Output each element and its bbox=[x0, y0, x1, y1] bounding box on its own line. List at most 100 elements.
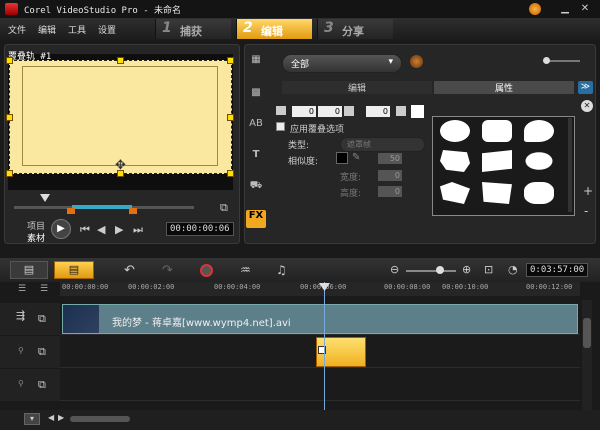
track-manager-icon[interactable]: ☰ bbox=[18, 284, 26, 294]
video-thumbnail bbox=[63, 305, 99, 333]
vertical-scroll-thumb[interactable] bbox=[583, 318, 591, 348]
slider-knob[interactable] bbox=[543, 57, 550, 64]
project-duration: 0:03:57:00 bbox=[526, 263, 589, 277]
gallery-scrollbar[interactable] bbox=[568, 118, 572, 212]
trim-start-handle[interactable] bbox=[67, 208, 75, 214]
resize-handle[interactable] bbox=[6, 114, 13, 121]
mask-film[interactable] bbox=[482, 150, 512, 172]
overlay-inner-frame bbox=[22, 66, 218, 166]
preview-clip-name: 覆叠轨 #1 bbox=[8, 52, 52, 62]
overlay-track-header bbox=[0, 336, 60, 368]
thumb-size-slider[interactable] bbox=[545, 60, 580, 62]
mask-rounded-rect[interactable] bbox=[482, 120, 512, 142]
record-icon[interactable] bbox=[200, 264, 213, 277]
resize-handle[interactable] bbox=[6, 57, 13, 64]
remove-icon[interactable]: - bbox=[584, 204, 588, 218]
auto-music-icon[interactable]: ♫ bbox=[276, 263, 287, 277]
mask-oval[interactable] bbox=[440, 120, 470, 142]
border-color-swatch[interactable] bbox=[411, 105, 424, 118]
zoom-in-icon[interactable]: ⊕ bbox=[462, 263, 471, 276]
close-icon[interactable]: ✕ bbox=[578, 3, 592, 15]
mode-clip[interactable]: 素材 bbox=[27, 231, 45, 244]
ripple-edit-icon[interactable]: ⇶ bbox=[16, 309, 25, 322]
preview-timecode[interactable]: 00:00:00:06 bbox=[166, 222, 234, 236]
timeline-vertical-scrollbar[interactable] bbox=[582, 300, 592, 410]
horizontal-scroll-thumb[interactable] bbox=[70, 416, 130, 422]
audio-mixer-icon[interactable]: ♒ bbox=[240, 263, 251, 277]
add-icon[interactable]: + bbox=[583, 184, 593, 198]
menu-settings[interactable]: 设置 bbox=[98, 23, 116, 36]
home-icon[interactable]: ⏮ bbox=[80, 223, 90, 237]
overlay-track-header bbox=[0, 369, 60, 401]
expand-options-icon[interactable]: ≫ bbox=[578, 81, 593, 94]
tab-edit-options[interactable]: 编辑 bbox=[282, 81, 432, 94]
tab-attributes[interactable]: 属性 bbox=[434, 81, 574, 94]
scroll-left-icon[interactable]: ◀ bbox=[48, 413, 54, 422]
similarity-label: 相似度: bbox=[288, 157, 319, 167]
tab-capture[interactable]: 1 捕获 bbox=[155, 19, 231, 39]
type-dropdown[interactable]: 遮罩帧 bbox=[340, 137, 425, 152]
transparency-icon bbox=[276, 106, 286, 115]
tab-edit[interactable]: 2 编辑 bbox=[236, 19, 312, 39]
border-input[interactable]: 0 bbox=[318, 106, 342, 117]
trim-end-handle[interactable] bbox=[129, 208, 137, 214]
scroll-right-icon[interactable]: ▶ bbox=[58, 413, 64, 422]
help-icon[interactable] bbox=[529, 3, 541, 15]
zoom-knob[interactable] bbox=[436, 266, 444, 274]
border-icon bbox=[344, 106, 354, 116]
link-icon[interactable]: ⚲ bbox=[18, 379, 24, 388]
tab-share[interactable]: 3 分享 bbox=[317, 19, 393, 39]
graphic-icon[interactable]: ⛟ bbox=[246, 180, 266, 198]
overlay-track-icon: ⧉ bbox=[38, 378, 46, 391]
resize-handle[interactable] bbox=[227, 57, 234, 64]
mask-torn[interactable] bbox=[482, 182, 512, 204]
ruler-options-icon[interactable]: ☰ bbox=[40, 284, 48, 294]
menu-edit[interactable]: 编辑 bbox=[38, 23, 56, 36]
fx-icon[interactable]: FX bbox=[246, 210, 266, 228]
undo-icon[interactable]: ↶ bbox=[124, 263, 135, 278]
menu-file[interactable]: 文件 bbox=[8, 23, 26, 36]
apply-overlay-checkbox[interactable] bbox=[276, 122, 285, 131]
resize-handle[interactable] bbox=[117, 57, 124, 64]
move-cursor-icon: ✥ bbox=[115, 158, 126, 173]
mask-speech-bubble[interactable] bbox=[524, 120, 554, 142]
link-icon[interactable]: ⚲ bbox=[18, 346, 24, 355]
clock-icon: ◔ bbox=[508, 263, 518, 276]
similarity-color-swatch[interactable] bbox=[336, 152, 348, 164]
title-ab-icon[interactable]: AB bbox=[246, 118, 266, 136]
menu-tools[interactable]: 工具 bbox=[68, 23, 86, 36]
track-collapse-icon[interactable]: ▾ bbox=[24, 413, 40, 425]
playhead[interactable] bbox=[324, 282, 325, 412]
close-options-icon[interactable]: ✕ bbox=[581, 100, 593, 112]
minimize-icon[interactable]: ▁ bbox=[558, 3, 572, 15]
prev-frame-icon[interactable]: ◀ bbox=[97, 223, 105, 236]
media-folder-icon[interactable] bbox=[410, 55, 423, 68]
type-label: 类型: bbox=[288, 141, 310, 151]
height-input[interactable]: 0 bbox=[378, 186, 402, 197]
timeline-view-icon[interactable]: ▤ bbox=[54, 261, 94, 279]
filter-dropdown[interactable]: 全部 ▾ bbox=[282, 54, 402, 73]
zoom-slider[interactable] bbox=[406, 270, 456, 272]
ruler-label: 00:00:04:00 bbox=[214, 283, 261, 291]
mask-cloud[interactable] bbox=[524, 182, 554, 204]
similarity-input[interactable]: 50 bbox=[378, 153, 402, 164]
title-t-icon[interactable]: T bbox=[246, 149, 266, 167]
border-width-input[interactable]: 0 bbox=[366, 106, 390, 117]
width-input[interactable]: 0 bbox=[378, 170, 402, 181]
transition-icon[interactable]: ▩ bbox=[246, 87, 266, 105]
eyedropper-icon[interactable]: ✎ bbox=[352, 152, 360, 163]
fit-project-icon[interactable]: ⊡ bbox=[484, 263, 493, 276]
resize-handle[interactable] bbox=[227, 170, 234, 177]
zoom-out-icon[interactable]: ⊖ bbox=[390, 263, 399, 276]
play-button[interactable]: ▶ bbox=[51, 219, 71, 239]
transparency-input[interactable]: 0 bbox=[292, 106, 316, 117]
enlarge-icon[interactable]: ⧉ bbox=[220, 201, 228, 215]
resize-handle[interactable] bbox=[227, 114, 234, 121]
ruler-label: 00:00:02:00 bbox=[128, 283, 175, 291]
next-frame-icon[interactable]: ▶ bbox=[115, 223, 123, 236]
end-icon[interactable]: ⏭ bbox=[133, 223, 143, 237]
media-icon[interactable]: ▦ bbox=[246, 54, 266, 72]
resize-handle[interactable] bbox=[6, 170, 13, 177]
storyboard-view-icon[interactable]: ▤ bbox=[10, 261, 48, 279]
redo-icon[interactable]: ↷ bbox=[162, 263, 173, 278]
